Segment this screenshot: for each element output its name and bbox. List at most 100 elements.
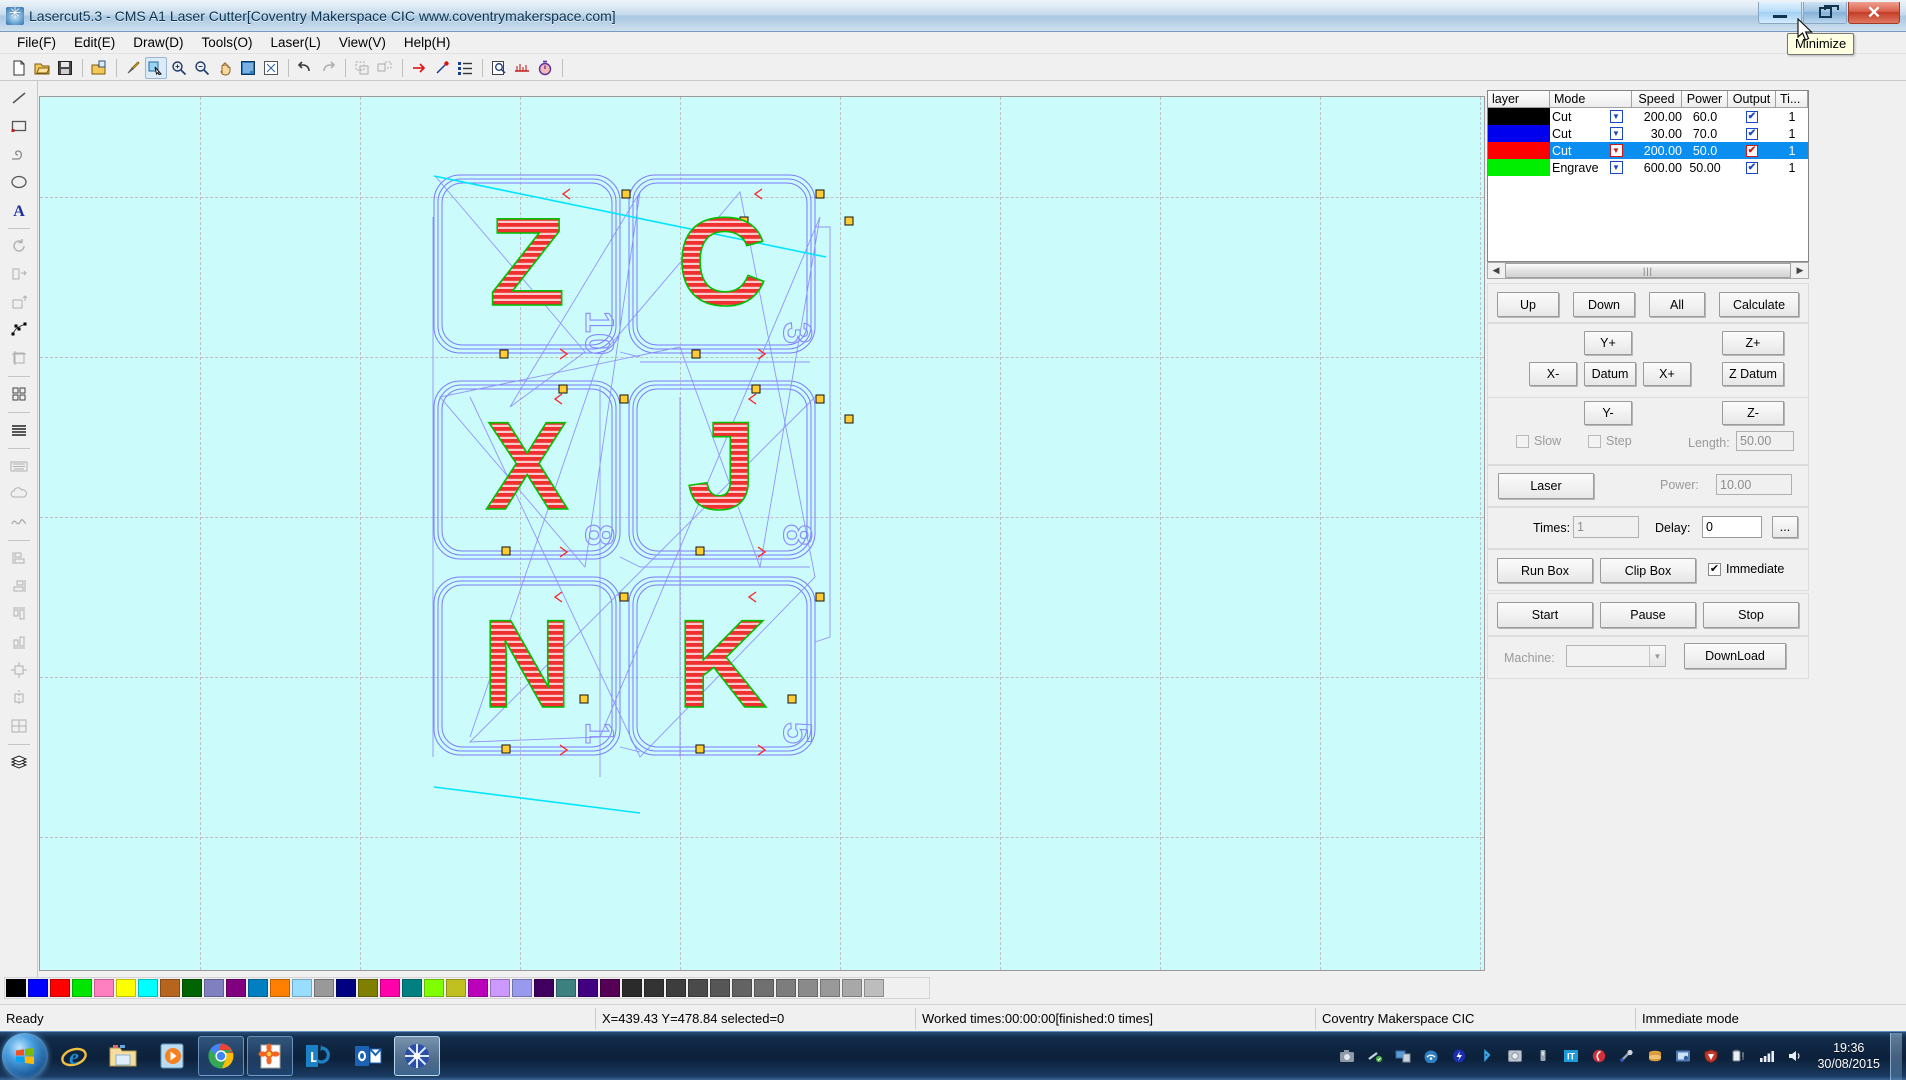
palette-swatch[interactable] <box>402 979 422 997</box>
drawing-canvas[interactable]: Z C X J N K 10 3 8 8 1 5 <box>39 96 1485 971</box>
layer-mode-dropdown[interactable]: ▼ <box>1600 108 1632 125</box>
menu-view[interactable]: View(V) <box>330 33 395 52</box>
taskbar-graphics-app[interactable] <box>247 1036 293 1076</box>
group-icon[interactable] <box>351 57 373 79</box>
palette-swatch[interactable] <box>820 979 840 997</box>
palette-swatch[interactable] <box>622 979 642 997</box>
palette-swatch[interactable] <box>358 979 378 997</box>
align-top-icon[interactable] <box>6 601 32 627</box>
palette-swatch[interactable] <box>116 979 136 997</box>
text-tool-icon[interactable]: A <box>6 197 32 223</box>
palette-swatch[interactable] <box>842 979 862 997</box>
mirror-horizontal-icon[interactable] <box>6 261 32 287</box>
taskbar-lasercut[interactable] <box>394 1036 440 1076</box>
column-layer[interactable]: layer <box>1488 91 1550 108</box>
layer-all-button[interactable]: All <box>1649 292 1705 317</box>
step-checkbox[interactable] <box>1588 435 1601 448</box>
layer-output-checkbox[interactable]: ✔ <box>1728 159 1776 176</box>
align-left-icon[interactable] <box>6 545 32 571</box>
tray-network-cable-icon[interactable] <box>1365 1046 1385 1066</box>
palette-swatch[interactable] <box>754 979 774 997</box>
table-row[interactable]: Cut ▼ 200.00 60.0 ✔ 1 <box>1488 108 1808 125</box>
jog-z-minus-button[interactable]: Z- <box>1722 401 1784 425</box>
close-button[interactable]: ✕ <box>1848 2 1900 24</box>
palette-swatch[interactable] <box>248 979 268 997</box>
slow-checkbox[interactable] <box>1516 435 1529 448</box>
table-row[interactable]: Cut ▼ 30.00 70.0 ✔ 1 <box>1488 125 1808 142</box>
layer-mode-dropdown[interactable]: ▼ <box>1600 159 1632 176</box>
palette-swatch[interactable] <box>336 979 356 997</box>
menu-tools[interactable]: Tools(O) <box>193 33 262 52</box>
preview-icon[interactable] <box>488 57 510 79</box>
times-field[interactable]: 1 <box>1573 516 1639 538</box>
align-right-icon[interactable] <box>6 573 32 599</box>
tray-tool-icon[interactable] <box>1617 1046 1637 1066</box>
polyline-tool-icon[interactable] <box>6 141 32 167</box>
layer-color-swatch[interactable] <box>1488 159 1550 176</box>
palette-swatch[interactable] <box>490 979 510 997</box>
open-file-icon[interactable] <box>31 57 53 79</box>
rectangle-tool-icon[interactable] <box>6 113 32 139</box>
palette-swatch[interactable] <box>424 979 444 997</box>
undo-icon[interactable] <box>294 57 316 79</box>
length-field[interactable]: 50.00 <box>1736 431 1794 451</box>
jog-y-minus-button[interactable]: Y- <box>1584 401 1632 425</box>
array-copy-icon[interactable] <box>6 381 32 407</box>
tray-it-icon[interactable]: IT <box>1561 1046 1581 1066</box>
palette-swatch[interactable] <box>512 979 532 997</box>
palette-swatch[interactable] <box>226 979 246 997</box>
palette-swatch[interactable] <box>160 979 180 997</box>
rotate-tool-icon[interactable] <box>6 233 32 259</box>
layer-color-swatch[interactable] <box>1488 108 1550 125</box>
redo-icon[interactable] <box>317 57 339 79</box>
maximize-button[interactable] <box>1803 2 1847 24</box>
column-mode[interactable]: Mode <box>1550 91 1632 108</box>
jog-x-plus-button[interactable]: X+ <box>1643 362 1691 386</box>
clip-box-button[interactable]: Clip Box <box>1600 558 1696 583</box>
line-tool-icon[interactable] <box>6 85 32 111</box>
tray-disk-icon[interactable] <box>1505 1046 1525 1066</box>
zoom-in-icon[interactable] <box>168 57 190 79</box>
taskbar-media-player[interactable] <box>149 1036 195 1076</box>
menu-edit[interactable]: Edit(E) <box>65 33 124 52</box>
taskbar-clock[interactable]: 19:36 30/08/2015 <box>1817 1040 1880 1072</box>
palette-swatch[interactable] <box>182 979 202 997</box>
zoom-out-icon[interactable] <box>191 57 213 79</box>
keyboard-icon[interactable] <box>6 453 32 479</box>
taskbar-google-chrome[interactable] <box>198 1036 244 1076</box>
layer-mode-dropdown[interactable]: ▼ <box>1600 125 1632 142</box>
layer-calculate-button[interactable]: Calculate <box>1719 292 1799 317</box>
paintbrush-icon[interactable] <box>122 57 144 79</box>
tray-usb-icon[interactable] <box>1533 1046 1553 1066</box>
tray-bluetooth-icon[interactable] <box>1477 1046 1497 1066</box>
path-optimize-icon[interactable] <box>511 57 533 79</box>
menu-file[interactable]: File(F) <box>8 33 65 52</box>
palette-swatch[interactable] <box>688 979 708 997</box>
align-bottom-icon[interactable] <box>6 629 32 655</box>
layers-icon[interactable] <box>6 749 32 775</box>
layer-output-checkbox[interactable]: ✔ <box>1728 142 1776 159</box>
palette-swatch[interactable] <box>292 979 312 997</box>
column-speed[interactable]: Speed <box>1632 91 1682 108</box>
run-box-button[interactable]: Run Box <box>1497 558 1593 583</box>
minimize-button[interactable] <box>1758 2 1802 24</box>
menu-draw[interactable]: Draw(D) <box>124 33 192 52</box>
layer-output-checkbox[interactable]: ✔ <box>1728 125 1776 142</box>
zoom-page-icon[interactable] <box>237 57 259 79</box>
new-file-icon[interactable] <box>8 57 30 79</box>
column-times[interactable]: Ti... <box>1776 91 1808 108</box>
power-field[interactable]: 10.00 <box>1716 474 1792 495</box>
save-file-icon[interactable] <box>54 57 76 79</box>
align-center-vertical-icon[interactable] <box>6 685 32 711</box>
palette-swatch[interactable] <box>644 979 664 997</box>
simulate-icon[interactable] <box>534 57 556 79</box>
tray-battery-icon[interactable] <box>1729 1046 1749 1066</box>
column-output[interactable]: Output <box>1728 91 1776 108</box>
palette-swatch[interactable] <box>204 979 224 997</box>
jog-x-minus-button[interactable]: X- <box>1529 362 1577 386</box>
menu-laser[interactable]: Laser(L) <box>262 33 330 52</box>
palette-swatch[interactable] <box>776 979 796 997</box>
export-file-icon[interactable] <box>88 57 110 79</box>
palette-swatch[interactable] <box>798 979 818 997</box>
jog-y-plus-button[interactable]: Y+ <box>1584 331 1632 355</box>
